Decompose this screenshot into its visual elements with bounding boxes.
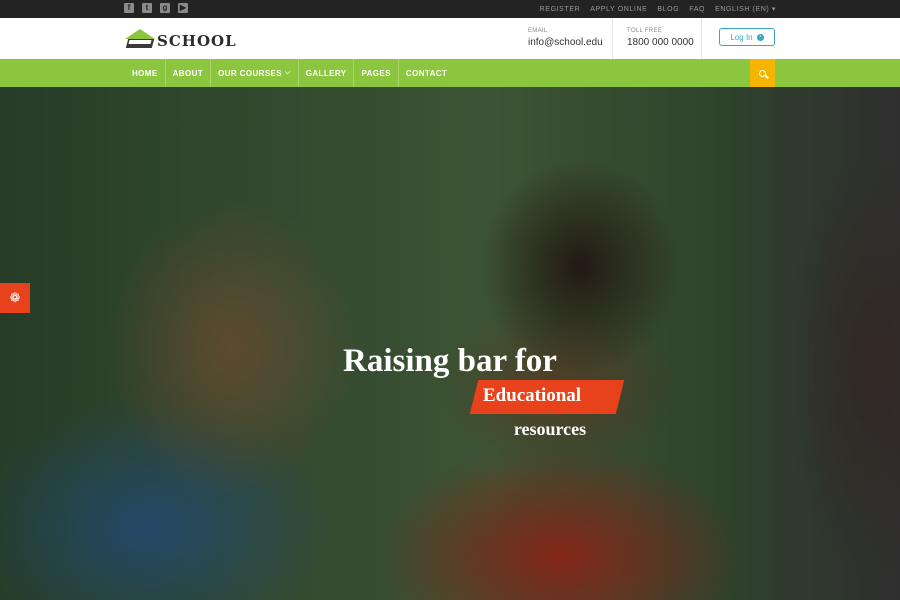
hero-title: Raising bar for	[343, 343, 557, 379]
social-links: f t g ▶	[124, 3, 188, 13]
nav-item-our-courses[interactable]: OUR COURSES	[211, 59, 299, 87]
toll-free-info: TOLL FREE 1800 000 0000	[612, 18, 702, 59]
register-link[interactable]: REGISTER	[540, 6, 581, 13]
email-value[interactable]: info@school.edu	[528, 37, 603, 48]
apply-online-link[interactable]: APPLY ONLINE	[590, 6, 647, 13]
toll-free-label: TOLL FREE	[627, 28, 663, 34]
main-menu: HOME ABOUT OUR COURSES GALLERY PAGES CON…	[125, 59, 454, 87]
hero-subtitle: resources	[513, 419, 587, 439]
nav-item-home[interactable]: HOME	[125, 59, 166, 87]
arrow-right-icon: ›	[756, 33, 764, 41]
book-logo-icon	[125, 26, 155, 50]
blog-link[interactable]: BLOG	[657, 6, 679, 13]
top-bar: f t g ▶ REGISTER APPLY ONLINE BLOG FAQ E…	[0, 0, 900, 18]
nav-item-gallery[interactable]: GALLERY	[299, 59, 355, 87]
header-divider	[701, 18, 702, 59]
hero-banner: Raising bar for Educational resources ❁	[0, 87, 900, 600]
login-button[interactable]: Log In ›	[719, 28, 775, 46]
site-logo[interactable]: SCHOOL	[125, 26, 237, 50]
login-label: Log In	[730, 32, 753, 42]
search-icon	[759, 69, 766, 77]
email-label: EMAIL	[528, 28, 548, 34]
faq-link[interactable]: FAQ	[689, 6, 705, 13]
top-nav: REGISTER APPLY ONLINE BLOG FAQ ENGLISH (…	[540, 0, 776, 18]
settings-gear-icon[interactable]: ❁	[0, 283, 30, 313]
email-info: EMAIL info@school.edu	[528, 18, 603, 59]
facebook-icon[interactable]: f	[124, 3, 134, 13]
twitter-icon[interactable]: t	[142, 3, 152, 13]
site-header: SCHOOL EMAIL info@school.edu TOLL FREE 1…	[0, 18, 900, 59]
google-plus-icon[interactable]: g	[160, 3, 170, 13]
nav-item-about[interactable]: ABOUT	[166, 59, 212, 87]
language-selector[interactable]: ENGLISH (EN)	[715, 5, 776, 13]
logo-text: SCHOOL	[157, 32, 237, 50]
youtube-icon[interactable]: ▶	[178, 3, 188, 13]
toll-free-value[interactable]: 1800 000 0000	[627, 37, 702, 48]
main-nav: HOME ABOUT OUR COURSES GALLERY PAGES CON…	[0, 59, 900, 87]
nav-item-pages[interactable]: PAGES	[354, 59, 399, 87]
hero-highlight-text: Educational	[482, 385, 582, 406]
nav-item-contact[interactable]: CONTACT	[399, 59, 454, 87]
search-button[interactable]	[750, 59, 775, 87]
